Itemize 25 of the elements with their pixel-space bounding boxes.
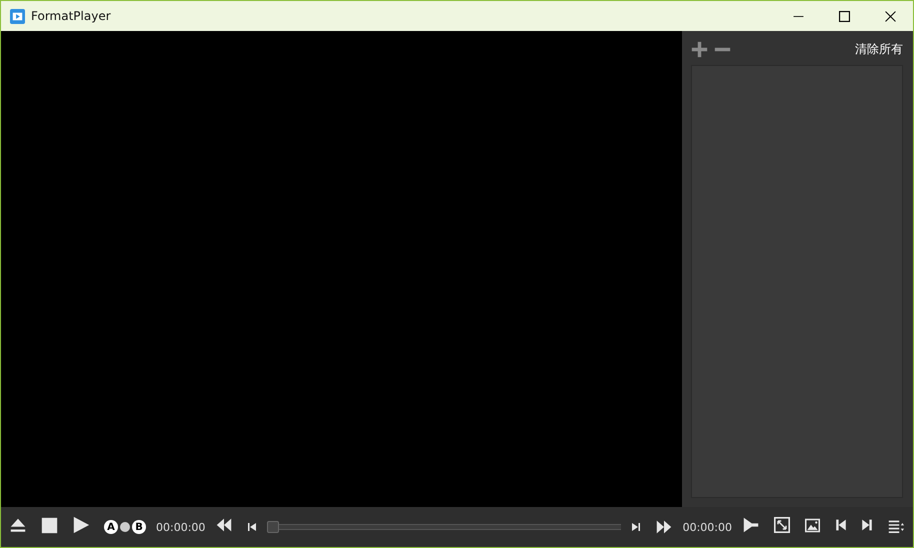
playlist-menu-icon[interactable] [887,519,905,535]
window-title: FormatPlayer [31,9,112,23]
close-icon[interactable] [884,10,896,22]
ab-dot [120,522,130,532]
seek-thumb[interactable] [267,521,280,533]
skip-next-icon[interactable] [861,517,873,533]
total-time: 00:00:00 [682,520,732,534]
fullscreen-icon[interactable] [774,517,790,533]
clear-all-button[interactable]: 清除所有 [855,40,903,58]
next-frame-icon[interactable] [630,520,641,532]
plus-icon[interactable] [691,40,708,58]
play-icon[interactable] [72,516,90,534]
current-time: 00:00:00 [156,520,206,534]
app-logo-icon [10,8,25,24]
previous-frame-icon[interactable] [247,521,258,533]
ab-start-marker[interactable]: A [104,520,118,534]
volume-icon[interactable] [742,517,760,533]
image-icon[interactable] [804,518,821,532]
maximize-icon[interactable] [838,10,850,22]
stop-icon[interactable] [41,516,58,534]
skip-previous-icon[interactable] [835,517,847,533]
rewind-icon[interactable] [215,517,234,533]
ab-end-marker[interactable]: B [132,520,146,534]
fast-forward-icon[interactable] [654,519,673,535]
eject-icon[interactable] [9,516,27,534]
